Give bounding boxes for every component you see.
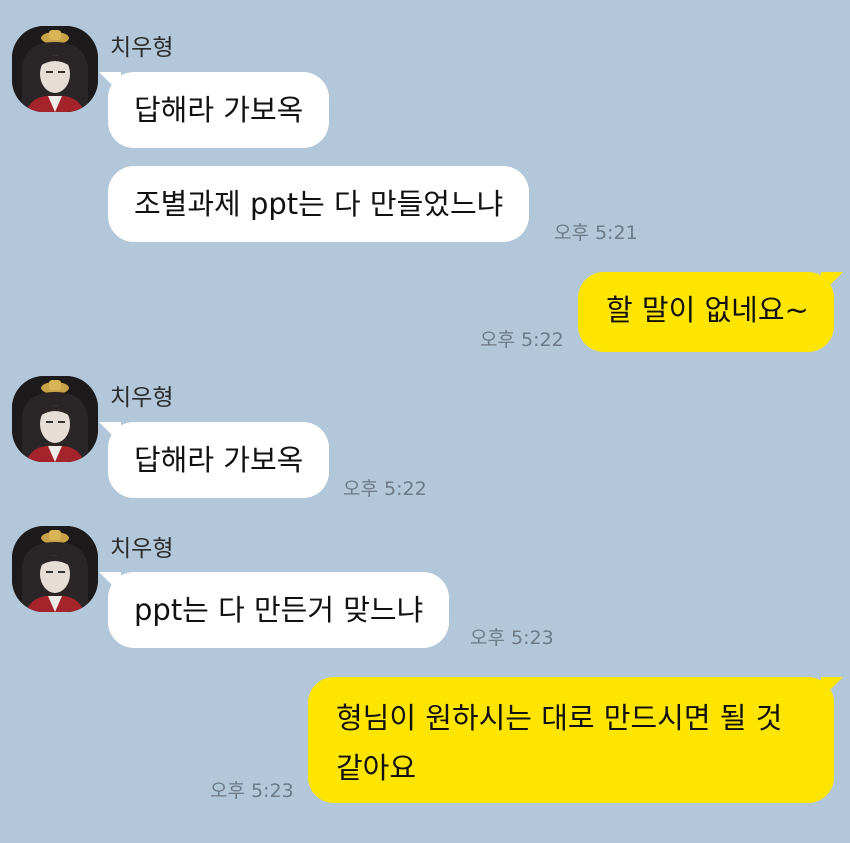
message-text: 할 말이 없네요~ xyxy=(606,293,809,327)
sender-avatar[interactable] xyxy=(12,376,98,462)
sender-name: 치우형 xyxy=(110,385,174,411)
message-text: 답해라 가보옥 xyxy=(134,443,304,477)
bubble-tail xyxy=(99,572,121,594)
message-text: 형님이 원하시는 대로 만드시면 될 것 같아요 xyxy=(336,701,783,785)
message-bubble[interactable]: 답해라 가보옥 xyxy=(99,422,330,498)
message-bubble-outgoing[interactable]: 형님이 원하시는 대로 만드시면 될 것 같아요 xyxy=(308,677,843,803)
portrait-image xyxy=(12,376,98,462)
message-time: 오후 5:21 xyxy=(554,222,638,244)
bubble-tail xyxy=(99,422,121,444)
portrait-image xyxy=(12,26,98,112)
bubble-tail xyxy=(821,677,843,699)
message-time: 오후 5:22 xyxy=(480,329,564,351)
message-bubble[interactable]: ppt는 다 만든거 맞느냐 xyxy=(99,572,450,648)
message-text: 조별과제 ppt는 다 만들었느냐 xyxy=(134,187,504,221)
message-bubble[interactable]: 조별과제 ppt는 다 만들었느냐 xyxy=(108,166,530,242)
message-bubble-outgoing[interactable]: 할 말이 없네요~ xyxy=(578,272,843,352)
sender-avatar[interactable] xyxy=(12,26,98,112)
message-bubble[interactable]: 답해라 가보옥 xyxy=(99,72,330,148)
message-text: 답해라 가보옥 xyxy=(134,93,304,127)
message-text: ppt는 다 만든거 맞느냐 xyxy=(134,593,424,627)
bubble-tail xyxy=(99,72,121,94)
sender-name: 치우형 xyxy=(110,35,174,61)
message-time: 오후 5:23 xyxy=(470,627,554,649)
portrait-image xyxy=(12,526,98,612)
sender-avatar[interactable] xyxy=(12,526,98,612)
sender-name: 치우형 xyxy=(110,536,174,562)
message-time: 오후 5:22 xyxy=(343,478,427,500)
bubble-tail xyxy=(821,272,843,294)
message-time: 오후 5:23 xyxy=(210,780,294,802)
